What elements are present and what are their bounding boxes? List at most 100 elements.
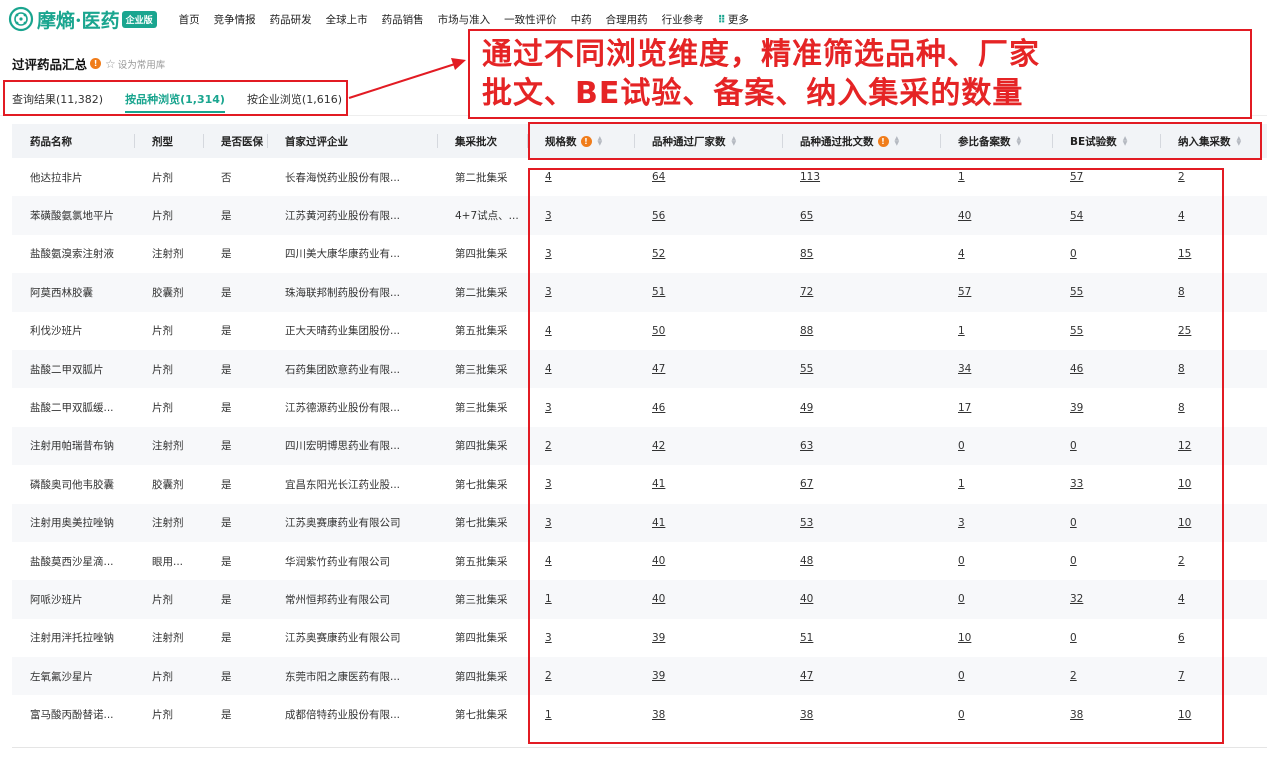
nav-item-market-access[interactable]: 市场与准入 — [438, 12, 491, 27]
cell-procurement-batch: 第三批集采 — [455, 593, 508, 606]
cell-first-company: 江苏德源药业股份有限... — [285, 402, 401, 415]
cell-first-company: 成都倍特药业股份有限... — [285, 709, 401, 722]
cell-procurement-batch: 第三批集采 — [455, 363, 508, 376]
nav-item-consistency-eval[interactable]: 一致性评价 — [504, 12, 557, 27]
cell-procurement-batch: 第二批集采 — [455, 171, 508, 184]
cell-dosage-form: 胶囊剂 — [152, 286, 184, 299]
cell-insurance: 是 — [221, 709, 232, 722]
cell-drug-name: 盐酸莫西沙星滴... — [30, 555, 114, 568]
cell-drug-name: 盐酸二甲双胍缓... — [30, 402, 114, 415]
cell-drug-name: 利伐沙班片 — [30, 325, 83, 338]
col-label: 是否医保 — [221, 135, 263, 148]
star-icon[interactable]: ☆ — [105, 57, 116, 71]
cell-first-company: 江苏黄河药业股份有限... — [285, 210, 401, 223]
nav-item-rnd[interactable]: 药品研发 — [270, 12, 312, 27]
info-icon[interactable]: ! — [90, 58, 102, 69]
cell-dosage-form: 注射剂 — [152, 440, 184, 453]
nav-item-sales[interactable]: 药品销售 — [382, 12, 424, 27]
nav-more-label: 更多 — [727, 13, 749, 26]
annotation-line-2: 批文、BE试验、备案、纳入集采的数量 — [482, 76, 1024, 111]
cell-procurement-batch: 第三批集采 — [455, 402, 508, 415]
cell-drug-name: 苯磺酸氨氯地平片 — [30, 210, 114, 223]
cell-procurement-batch: 第四批集采 — [455, 670, 508, 683]
cell-procurement-batch: 4+7试点、... — [455, 210, 519, 223]
cell-drug-name: 磷酸奥司他韦胶囊 — [30, 478, 114, 491]
cell-drug-name: 注射用帕瑞昔布钠 — [30, 440, 114, 453]
cell-procurement-batch: 第五批集采 — [455, 325, 508, 338]
nav-item-industry-ref[interactable]: 行业参考 — [662, 12, 704, 27]
cell-first-company: 江苏奥赛康药业有限公司 — [285, 517, 401, 530]
cell-drug-name: 左氧氟沙星片 — [30, 670, 93, 683]
cell-insurance: 是 — [221, 286, 232, 299]
nav-item-rational-use[interactable]: 合理用药 — [606, 12, 648, 27]
set-favorite-link[interactable]: 设为常用库 — [118, 57, 166, 71]
cell-dosage-form: 胶囊剂 — [152, 478, 184, 491]
cell-dosage-form: 眼用... — [152, 555, 184, 568]
cell-dosage-form: 片剂 — [152, 709, 173, 722]
cell-procurement-batch: 第七批集采 — [455, 709, 508, 722]
col-label: 药品名称 — [30, 135, 72, 148]
cell-procurement-batch: 第七批集采 — [455, 517, 508, 530]
cell-procurement-batch: 第五批集采 — [455, 555, 508, 568]
cell-first-company: 长春海悦药业股份有限... — [285, 171, 401, 184]
nav-item-global-launch[interactable]: 全球上市 — [326, 12, 368, 27]
cell-procurement-batch: 第七批集采 — [455, 478, 508, 491]
cell-insurance: 是 — [221, 402, 232, 415]
cell-dosage-form: 片剂 — [152, 210, 173, 223]
cell-insurance: 是 — [221, 478, 232, 491]
grid-icon: ⠿ — [717, 13, 726, 26]
col-dosage-form: 剂型 — [134, 124, 203, 158]
brand-logo[interactable]: 摩熵·医药 企业版 — [8, 6, 157, 33]
cell-first-company: 宜昌东阳光长江药业股... — [285, 478, 401, 491]
cell-drug-name: 注射用奥美拉唑钠 — [30, 517, 114, 530]
nav-item-competition[interactable]: 竞争情报 — [214, 12, 256, 27]
cell-insurance: 是 — [221, 555, 232, 568]
cell-drug-name: 阿莫西林胶囊 — [30, 286, 93, 299]
cell-insurance: 是 — [221, 325, 232, 338]
cell-first-company: 东莞市阳之康医药有限... — [285, 670, 401, 683]
annotation-box-headers — [528, 122, 1262, 160]
cell-first-company: 常州恒邦药业有限公司 — [285, 593, 390, 606]
cell-drug-name: 阿哌沙班片 — [30, 593, 83, 606]
cell-drug-name: 注射用泮托拉唑钠 — [30, 632, 114, 645]
cell-dosage-form: 注射剂 — [152, 632, 184, 645]
cell-dosage-form: 片剂 — [152, 325, 173, 338]
col-first-company: 首家过评企业 — [267, 124, 437, 158]
annotation-box-tabs — [3, 80, 348, 116]
cell-dosage-form: 片剂 — [152, 670, 173, 683]
main-menu: 首页 竞争情报 药品研发 全球上市 药品销售 市场与准入 一致性评价 中药 合理… — [179, 12, 763, 27]
nav-item-home[interactable]: 首页 — [179, 12, 200, 27]
cell-insurance: 否 — [221, 171, 232, 184]
brand-name: 摩熵·医药 — [37, 9, 120, 32]
cell-dosage-form: 片剂 — [152, 593, 173, 606]
cell-first-company: 华润紫竹药业有限公司 — [285, 555, 390, 568]
nav-item-more[interactable]: ⠿ 更多 — [718, 12, 749, 27]
cell-first-company: 四川宏明博思药业有限... — [285, 440, 401, 453]
cell-first-company: 石药集团欧意药业有限... — [285, 363, 401, 376]
annotation-line-1: 通过不同浏览维度，精准筛选品种、厂家 — [482, 37, 1040, 72]
cell-first-company: 珠海联邦制药股份有限... — [285, 286, 401, 299]
annotation-callout: 通过不同浏览维度，精准筛选品种、厂家 批文、BE试验、备案、纳入集采的数量 — [468, 29, 1252, 119]
logo-icon — [8, 6, 34, 32]
cell-procurement-batch: 第四批集采 — [455, 440, 508, 453]
col-procurement-batch: 集采批次 — [437, 124, 527, 158]
cell-first-company: 正大天晴药业集团股份... — [285, 325, 401, 338]
col-drug-name: 药品名称 — [12, 124, 134, 158]
edition-badge: 企业版 — [121, 10, 157, 28]
cell-procurement-batch: 第四批集采 — [455, 632, 508, 645]
cell-dosage-form: 片剂 — [152, 363, 173, 376]
col-insurance: 是否医保 — [203, 124, 267, 158]
nav-item-tcm[interactable]: 中药 — [571, 12, 592, 27]
cell-insurance: 是 — [221, 670, 232, 683]
cell-insurance: 是 — [221, 632, 232, 645]
col-label: 集采批次 — [455, 135, 497, 148]
cell-drug-name: 富马酸丙酚替诺... — [30, 709, 114, 722]
col-label: 首家过评企业 — [285, 135, 348, 148]
annotation-box-values — [528, 168, 1224, 744]
page-title: 过评药品汇总 — [12, 57, 88, 72]
cell-dosage-form: 片剂 — [152, 171, 173, 184]
cell-dosage-form: 注射剂 — [152, 248, 184, 261]
cell-insurance: 是 — [221, 440, 232, 453]
cell-procurement-batch: 第二批集采 — [455, 286, 508, 299]
col-label: 剂型 — [152, 135, 173, 148]
